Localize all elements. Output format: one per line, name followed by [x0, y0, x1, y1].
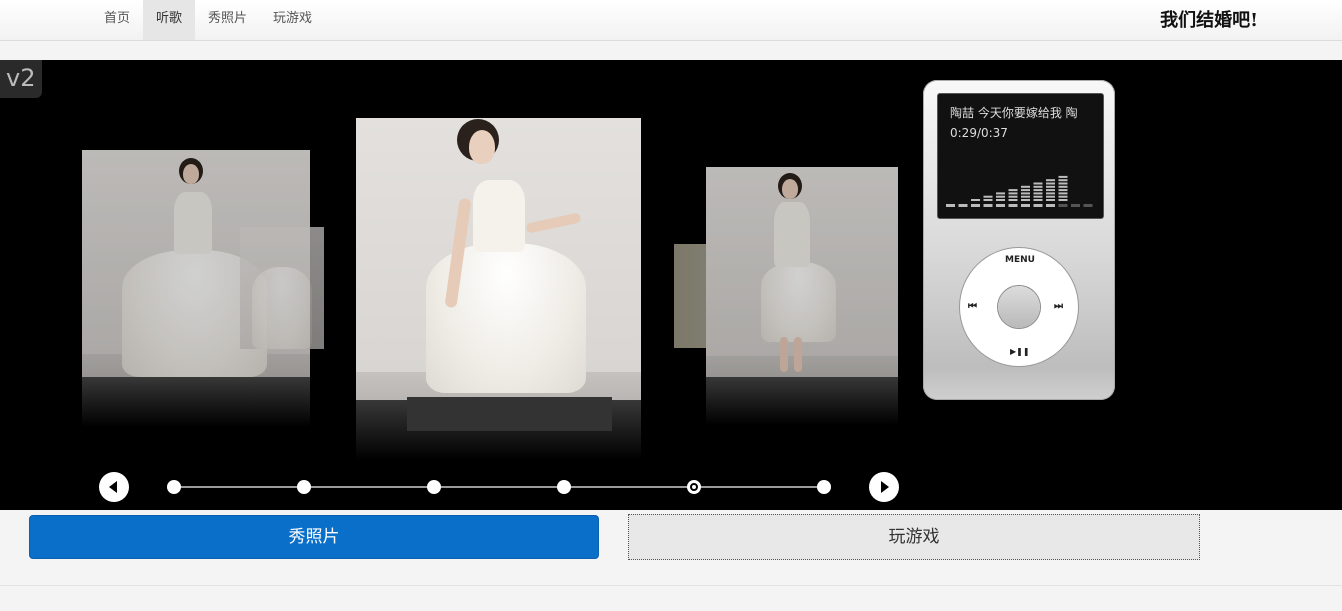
pager-dot[interactable]	[167, 480, 181, 494]
carousel-prev-button[interactable]	[99, 472, 129, 502]
select-button[interactable]	[998, 286, 1040, 328]
eq-bar-segment	[1021, 199, 1030, 201]
previous-track-button[interactable]: ⏮	[968, 301, 977, 312]
eq-base-segment	[1058, 204, 1068, 207]
eq-base-segment	[1071, 204, 1080, 207]
eq-bar-segment	[1008, 195, 1018, 198]
play-left-icon	[109, 481, 117, 493]
photo-back-left[interactable]	[240, 227, 324, 349]
eq-bar-segment	[1046, 189, 1055, 192]
eq-base-segment	[1046, 204, 1055, 207]
eq-bar-segment	[1033, 185, 1043, 188]
eq-bar-segment	[1058, 175, 1068, 178]
nav-item-photos[interactable]: 秀照片	[195, 0, 260, 40]
eq-bar-segment	[1033, 195, 1043, 198]
footer-divider	[0, 585, 1342, 586]
eq-bar-segment	[1046, 199, 1055, 201]
eq-bar-segment	[1033, 189, 1043, 192]
eq-bar-segment	[1008, 189, 1018, 192]
photo-carousel-stage: v2 陶喆 今天你要嫁给我 陶 0:29/0:37 MENU ⏮ ⏭ ▶❚❚	[0, 60, 1342, 510]
track-title: 陶喆 今天你要嫁给我 陶	[950, 106, 1078, 120]
play-pause-button[interactable]: ▶❚❚	[1010, 347, 1030, 356]
player-screen: 陶喆 今天你要嫁给我 陶 0:29/0:37	[937, 93, 1104, 219]
eq-bar-segment	[1058, 179, 1068, 182]
eq-bar-segment	[1046, 182, 1055, 185]
eq-base-segment	[958, 204, 968, 207]
eq-bar-segment	[983, 199, 993, 201]
photo-caption-box	[407, 397, 612, 431]
top-nav-bar: 首页 听歌 秀照片 玩游戏 我们结婚吧!	[0, 0, 1342, 41]
eq-bar-segment	[1046, 179, 1055, 182]
eq-bar-segment	[1008, 192, 1018, 195]
nav-menu: 首页 听歌 秀照片 玩游戏	[91, 0, 325, 40]
eq-bar-segment	[1033, 199, 1043, 201]
dress-bodice	[473, 180, 525, 252]
photo-right-reflection	[706, 377, 898, 425]
eq-bar-segment	[1021, 195, 1030, 198]
next-track-button[interactable]: ⏭	[1054, 301, 1063, 312]
click-wheel[interactable]: MENU ⏮ ⏭ ▶❚❚	[960, 248, 1078, 366]
eq-base-segment	[983, 204, 993, 207]
nav-item-games[interactable]: 玩游戏	[260, 0, 325, 40]
bride-face	[469, 130, 495, 164]
nav-item-music[interactable]: 听歌	[143, 0, 196, 40]
eq-base-segment	[996, 204, 1005, 207]
eq-bar-segment	[996, 192, 1005, 195]
photo-right[interactable]	[706, 167, 898, 377]
eq-bar-segment	[1021, 185, 1030, 188]
eq-bar-segment	[971, 199, 980, 201]
play-games-button[interactable]: 玩游戏	[628, 514, 1200, 560]
eq-bar-segment	[1058, 185, 1068, 188]
eq-base-segment	[946, 204, 955, 207]
eq-bar-segment	[1021, 189, 1030, 192]
eq-bar-segment	[983, 195, 993, 198]
eq-bar-segment	[1058, 182, 1068, 185]
eq-bar-segment	[1058, 192, 1068, 195]
version-badge: v2	[0, 60, 42, 98]
eq-base-segment	[1083, 204, 1093, 207]
photo-dim-overlay	[240, 227, 324, 349]
pager-dot[interactable]	[817, 480, 831, 494]
site-title: 我们结婚吧!	[1160, 10, 1258, 31]
nav-item-home[interactable]: 首页	[91, 0, 143, 40]
eq-bar-segment	[996, 195, 1005, 198]
eq-bar-segment	[1058, 195, 1068, 198]
pager-track	[174, 486, 824, 488]
eq-bar-segment	[996, 199, 1005, 201]
eq-bar-segment	[1021, 192, 1030, 195]
pager-dot[interactable]	[297, 480, 311, 494]
eq-bar-segment	[1046, 195, 1055, 198]
eq-bar-segment	[1033, 182, 1043, 185]
play-right-icon	[881, 481, 889, 493]
eq-bar-segment	[1033, 192, 1043, 195]
eq-base-segment	[1008, 204, 1018, 207]
pager-dot[interactable]	[427, 480, 441, 494]
photo-dim-overlay	[706, 167, 898, 377]
show-photos-button[interactable]: 秀照片	[29, 515, 599, 559]
eq-bar-segment	[1058, 189, 1068, 192]
equalizer-bars	[946, 175, 1093, 207]
music-player: 陶喆 今天你要嫁给我 陶 0:29/0:37 MENU ⏮ ⏭ ▶❚❚	[923, 80, 1115, 400]
menu-button[interactable]: MENU	[1005, 255, 1035, 265]
photo-center[interactable]	[356, 118, 641, 400]
carousel-next-button[interactable]	[869, 472, 899, 502]
eq-bar-segment	[1058, 199, 1068, 201]
eq-base-segment	[1033, 204, 1043, 207]
eq-base-segment	[971, 204, 980, 207]
pager-dot[interactable]	[687, 480, 701, 494]
eq-base-segment	[1021, 204, 1030, 207]
eq-bar-segment	[1008, 199, 1018, 201]
pager-dot[interactable]	[557, 480, 571, 494]
photo-left-reflection	[82, 377, 310, 427]
eq-bar-segment	[1046, 192, 1055, 195]
eq-bar-segment	[1046, 185, 1055, 188]
